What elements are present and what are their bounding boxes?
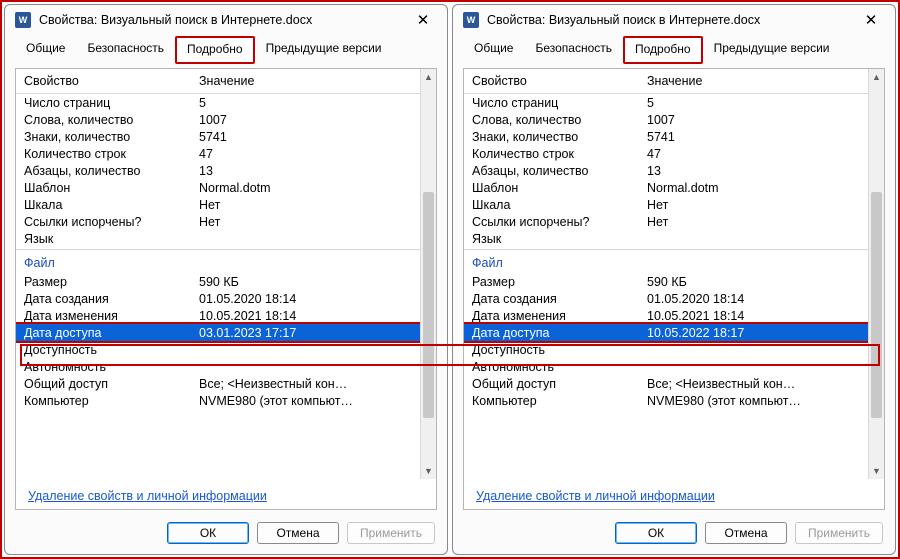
property-grid: Свойство Значение Число страниц5 Слова, … <box>464 69 884 479</box>
scrollbar[interactable]: ▲ ▼ <box>868 69 884 479</box>
table-row[interactable]: Язык <box>16 230 436 247</box>
tab-previous-versions[interactable]: Предыдущие версии <box>703 36 841 64</box>
table-row[interactable]: Общий доступВсе; <Неизвестный кон… <box>16 375 436 392</box>
table-row[interactable]: Размер590 КБ <box>16 273 436 290</box>
scrollbar[interactable]: ▲ ▼ <box>420 69 436 479</box>
tab-general[interactable]: Общие <box>15 36 76 64</box>
column-headers: Свойство Значение <box>16 69 436 94</box>
scroll-down-icon[interactable]: ▼ <box>869 463 884 479</box>
table-row[interactable]: ШкалаНет <box>464 196 884 213</box>
scroll-down-icon[interactable]: ▼ <box>421 463 436 479</box>
table-row[interactable]: Знаки, количество5741 <box>464 128 884 145</box>
table-row[interactable]: Абзацы, количество13 <box>464 162 884 179</box>
table-row[interactable]: Знаки, количество5741 <box>16 128 436 145</box>
table-row[interactable]: Слова, количество1007 <box>464 111 884 128</box>
table-row[interactable]: Размер590 КБ <box>464 273 884 290</box>
ok-button[interactable]: ОК <box>615 522 697 544</box>
table-row-access-date[interactable]: Дата доступа03.01.2023 17:17 <box>16 324 436 341</box>
apply-button: Применить <box>347 522 435 544</box>
remove-properties-link[interactable]: Удаление свойств и личной информации <box>464 479 884 509</box>
tab-details[interactable]: Подробно <box>175 36 255 64</box>
table-row[interactable]: Дата изменения10.05.2021 18:14 <box>16 307 436 324</box>
cancel-button[interactable]: Отмена <box>705 522 787 544</box>
table-row[interactable]: Количество строк47 <box>464 145 884 162</box>
table-row[interactable]: Дата изменения10.05.2021 18:14 <box>464 307 884 324</box>
table-row[interactable]: Дата создания01.05.2020 18:14 <box>16 290 436 307</box>
window-title: Свойства: Визуальный поиск в Интернете.d… <box>487 13 857 27</box>
windows-pair: W Свойства: Визуальный поиск в Интернете… <box>2 2 898 557</box>
titlebar: W Свойства: Визуальный поиск в Интернете… <box>5 5 447 35</box>
tab-row: Общие Безопасность Подробно Предыдущие в… <box>5 35 447 64</box>
table-row[interactable]: Автономность <box>16 358 436 375</box>
col-property: Свойство <box>24 74 199 88</box>
properties-dialog-right: W Свойства: Визуальный поиск в Интернете… <box>452 4 896 555</box>
table-row[interactable]: Язык <box>464 230 884 247</box>
section-label-file: Файл <box>464 250 884 273</box>
scroll-thumb[interactable] <box>871 192 882 418</box>
table-row[interactable]: ШкалаНет <box>16 196 436 213</box>
cancel-button[interactable]: Отмена <box>257 522 339 544</box>
tab-security[interactable]: Безопасность <box>76 36 175 64</box>
titlebar: W Свойства: Визуальный поиск в Интернете… <box>453 5 895 35</box>
close-icon[interactable]: ✕ <box>857 11 885 29</box>
close-icon[interactable]: ✕ <box>409 11 437 29</box>
dialog-buttons: ОК Отмена Применить <box>453 516 895 554</box>
column-headers: Свойство Значение <box>464 69 884 94</box>
col-value: Значение <box>199 74 428 88</box>
table-row[interactable]: Число страниц5 <box>464 94 884 111</box>
property-grid: Свойство Значение Число страниц5 Слова, … <box>16 69 436 479</box>
table-row[interactable]: Дата создания01.05.2020 18:14 <box>464 290 884 307</box>
table-row[interactable]: Количество строк47 <box>16 145 436 162</box>
details-panel: Свойство Значение Число страниц5 Слова, … <box>463 68 885 510</box>
tab-general[interactable]: Общие <box>463 36 524 64</box>
table-row[interactable]: ШаблонNormal.dotm <box>16 179 436 196</box>
table-row[interactable]: Доступность <box>16 341 436 358</box>
table-row-access-date[interactable]: Дата доступа10.05.2022 18:17 <box>464 324 884 341</box>
apply-button: Применить <box>795 522 883 544</box>
table-row[interactable]: Абзацы, количество13 <box>16 162 436 179</box>
tab-row: Общие Безопасность Подробно Предыдущие в… <box>453 35 895 64</box>
scroll-up-icon[interactable]: ▲ <box>421 69 436 85</box>
ok-button[interactable]: ОК <box>167 522 249 544</box>
tab-security[interactable]: Безопасность <box>524 36 623 64</box>
col-value: Значение <box>647 74 876 88</box>
table-row[interactable]: КомпьютерNVME980 (этот компьют… <box>16 392 436 409</box>
properties-dialog-left: W Свойства: Визуальный поиск в Интернете… <box>4 4 448 555</box>
table-row[interactable]: Общий доступВсе; <Неизвестный кон… <box>464 375 884 392</box>
table-row[interactable]: Автономность <box>464 358 884 375</box>
dialog-buttons: ОК Отмена Применить <box>5 516 447 554</box>
table-row[interactable]: Ссылки испорчены?Нет <box>464 213 884 230</box>
table-row[interactable]: ШаблонNormal.dotm <box>464 179 884 196</box>
table-row[interactable]: Доступность <box>464 341 884 358</box>
word-doc-icon: W <box>15 12 31 28</box>
section-label-file: Файл <box>16 250 436 273</box>
table-row[interactable]: Число страниц5 <box>16 94 436 111</box>
table-row[interactable]: КомпьютерNVME980 (этот компьют… <box>464 392 884 409</box>
scroll-up-icon[interactable]: ▲ <box>869 69 884 85</box>
scroll-thumb[interactable] <box>423 192 434 418</box>
table-row[interactable]: Ссылки испорчены?Нет <box>16 213 436 230</box>
col-property: Свойство <box>472 74 647 88</box>
tab-previous-versions[interactable]: Предыдущие версии <box>255 36 393 64</box>
table-row[interactable]: Слова, количество1007 <box>16 111 436 128</box>
details-panel: Свойство Значение Число страниц5 Слова, … <box>15 68 437 510</box>
tab-details[interactable]: Подробно <box>623 36 703 64</box>
word-doc-icon: W <box>463 12 479 28</box>
window-title: Свойства: Визуальный поиск в Интернете.d… <box>39 13 409 27</box>
remove-properties-link[interactable]: Удаление свойств и личной информации <box>16 479 436 509</box>
